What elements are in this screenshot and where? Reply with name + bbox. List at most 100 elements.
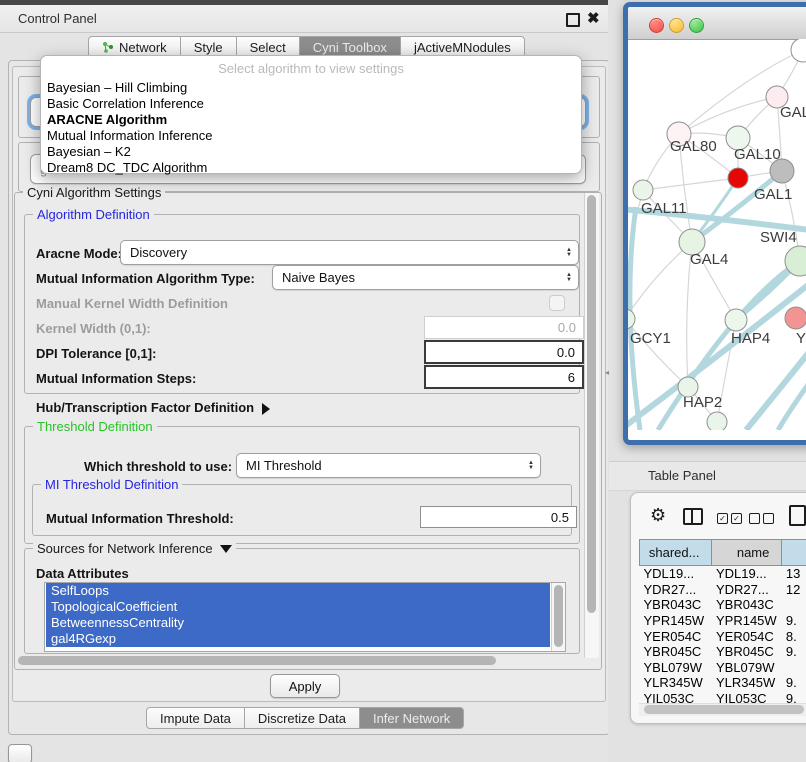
float-window-icon[interactable] <box>566 13 580 27</box>
data-attribute-item[interactable]: SelfLoops <box>46 583 550 599</box>
table-panel-title: Table Panel <box>648 468 716 483</box>
aracne-mode-value: Discovery <box>130 245 187 260</box>
algorithm-option[interactable]: Bayesian – K2 <box>47 144 581 160</box>
partial-toolbar-button[interactable] <box>8 744 32 762</box>
apply-button[interactable]: Apply <box>270 674 340 698</box>
table-cell: YBR045C <box>712 644 782 660</box>
network-node-label: SWI4 <box>760 229 797 246</box>
kernel-width-value: 0.0 <box>558 320 576 335</box>
algorithm-option[interactable]: Basic Correlation Inference <box>47 96 581 112</box>
which-threshold-label: Which threshold to use: <box>84 459 232 474</box>
algorithm-option[interactable]: Bayesian – Hill Climbing <box>47 80 581 96</box>
panel-resize-grip[interactable]: ◂ <box>605 368 612 377</box>
data-attributes-list[interactable]: SelfLoopsTopologicalCoefficientBetweenne… <box>44 582 566 652</box>
application-root: Control Panel ✖ Network Style Select Cyn… <box>0 0 806 762</box>
close-icon[interactable]: ✖ <box>587 9 600 27</box>
table-row[interactable]: YDL19...YDL19...13 <box>640 566 806 582</box>
combo-arrows-icon: ▲▼ <box>566 248 572 258</box>
kernel-width-field[interactable]: 0.0 <box>424 316 584 339</box>
table-cell: YBR043C <box>712 597 782 613</box>
hub-definition-label: Hub/Transcription Factor Definition <box>36 400 254 415</box>
mi-threshold-label: Mutual Information Threshold: <box>46 511 234 526</box>
network-node[interactable] <box>791 39 806 62</box>
table-cell: 9. <box>782 644 806 660</box>
column-header[interactable] <box>782 540 806 566</box>
network-node-gal11[interactable] <box>633 180 653 200</box>
network-node-gcy1[interactable] <box>628 309 635 329</box>
aracne-mode-combobox[interactable]: Discovery ▲▼ <box>120 240 579 265</box>
table-horizontal-scrollbar[interactable] <box>639 703 806 716</box>
algorithm-option[interactable]: Dream8 DC_TDC Algorithm <box>47 160 581 176</box>
network-node-y[interactable] <box>785 307 806 329</box>
tab-infer-network[interactable]: Infer Network <box>359 707 464 729</box>
data-attributes-label: Data Attributes <box>36 566 129 581</box>
table-cell: 12 <box>782 582 806 598</box>
close-traffic-light-icon[interactable] <box>649 18 664 33</box>
which-threshold-value: MI Threshold <box>246 458 322 473</box>
table-cell: YPR145W <box>712 613 782 629</box>
network-node[interactable] <box>707 412 727 430</box>
network-node-label: GAL <box>780 104 806 121</box>
table-cell: YDR27... <box>712 582 782 598</box>
network-window-titlebar[interactable] <box>628 7 806 40</box>
mi-threshold-field[interactable]: 0.5 <box>420 506 577 528</box>
network-node-label: GAL4 <box>690 251 728 268</box>
network-icon <box>102 41 114 53</box>
dpi-tolerance-label: DPI Tolerance [0,1]: <box>36 346 156 361</box>
table-row[interactable]: YDR27...YDR27...12 <box>640 582 806 598</box>
tab-label: jActiveMNodules <box>414 40 511 55</box>
minimize-traffic-light-icon[interactable] <box>669 18 684 33</box>
expand-arrow-icon <box>262 403 270 415</box>
dpi-tolerance-field[interactable]: 0.0 <box>424 340 584 364</box>
table-row[interactable]: YBR043CYBR043C <box>640 597 806 613</box>
table-row[interactable]: YLR345WYLR345W9. <box>640 675 806 691</box>
table-row[interactable]: YBL079WYBL079W <box>640 660 806 676</box>
data-attribute-item[interactable]: gal4RGexp <box>46 631 550 647</box>
split-columns-icon[interactable] <box>683 508 703 525</box>
network-edge <box>778 371 806 430</box>
column-header[interactable]: shared... <box>640 540 712 566</box>
manual-kernel-checkbox[interactable] <box>549 295 565 311</box>
settings-vertical-scrollbar[interactable] <box>584 193 599 658</box>
network-node-hap4[interactable] <box>725 309 747 331</box>
node-attribute-table[interactable]: shared...nameYDL19...YDL19...13YDR27...Y… <box>639 539 806 706</box>
kernel-width-label: Kernel Width (0,1): <box>36 321 151 336</box>
tab-impute-data[interactable]: Impute Data <box>146 707 245 729</box>
network-node-gal1[interactable] <box>728 168 748 188</box>
table-row[interactable]: YBR045CYBR045C9. <box>640 644 806 660</box>
zoom-traffic-light-icon[interactable] <box>689 18 704 33</box>
which-threshold-combobox[interactable]: MI Threshold ▲▼ <box>236 453 541 478</box>
algorithm-option[interactable]: Mutual Information Inference <box>47 128 581 144</box>
hub-definition-toggle[interactable]: Hub/Transcription Factor Definition <box>36 400 270 415</box>
scrollbar-thumb[interactable] <box>587 195 596 613</box>
algorithm-option[interactable]: ARACNE Algorithm <box>47 112 581 128</box>
data-attribute-item[interactable]: TopologicalCoefficient <box>46 599 550 615</box>
mi-steps-field[interactable]: 6 <box>424 365 584 389</box>
attributes-list-scrollbar[interactable] <box>551 583 565 651</box>
network-canvas[interactable]: GALGAL80GAL10GAL1GAL11SWI4GAL4GCY1HAP4YH… <box>628 39 806 430</box>
data-attribute-item[interactable]: BetweennessCentrality <box>46 615 550 631</box>
document-icon[interactable] <box>789 505 806 526</box>
scrollbar-thumb[interactable] <box>18 656 496 665</box>
table-cell: YBR043C <box>640 597 712 613</box>
table-cell: YDL19... <box>712 566 782 582</box>
scrollbar-thumb[interactable] <box>644 705 804 714</box>
column-header[interactable]: name <box>712 540 782 566</box>
tab-label: Cyni Toolbox <box>313 40 387 55</box>
network-view-window[interactable]: GALGAL80GAL10GAL1GAL11SWI4GAL4GCY1HAP4YH… <box>623 2 806 445</box>
deselect-all-checkboxes-icon[interactable] <box>749 510 777 528</box>
tab-discretize-data[interactable]: Discretize Data <box>244 707 360 729</box>
manual-kernel-label: Manual Kernel Width Definition <box>36 296 228 311</box>
dpi-tolerance-value: 0.0 <box>557 345 575 360</box>
scrollbar-thumb[interactable] <box>554 585 563 647</box>
sources-group-title[interactable]: Sources for Network Inference <box>33 541 236 556</box>
table-panel-titlebar: Table Panel <box>609 461 806 491</box>
tab-label: Discretize Data <box>258 711 346 726</box>
table-row[interactable]: YPR145WYPR145W9. <box>640 613 806 629</box>
select-all-checkboxes-icon[interactable]: ✓✓ <box>717 510 745 528</box>
gear-icon[interactable]: ⚙ <box>650 505 666 526</box>
mi-type-combobox[interactable]: Naive Bayes ▲▼ <box>272 265 579 290</box>
table-row[interactable]: YER054CYER054C8. <box>640 628 806 644</box>
combo-arrows-icon: ▲▼ <box>566 273 572 283</box>
settings-horizontal-scrollbar[interactable] <box>16 655 584 666</box>
